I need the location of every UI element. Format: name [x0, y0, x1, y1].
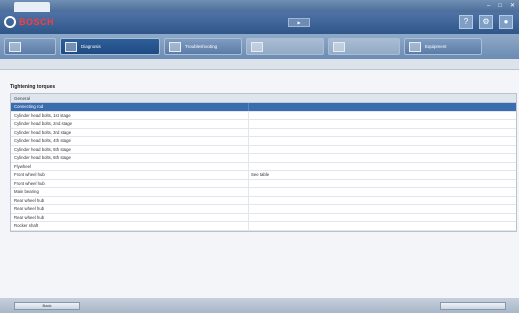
close-icon[interactable]: ✕: [510, 2, 515, 10]
tab-diagnosis[interactable]: Diagnosis: [60, 38, 160, 55]
table-row[interactable]: Main bearing: [11, 188, 516, 197]
equipment-icon: [409, 41, 421, 52]
column-divider: [248, 128, 249, 136]
maintenance-icon: [251, 41, 263, 52]
value-cell: See table: [251, 172, 270, 177]
component-cell: Connecting rod: [14, 104, 44, 109]
vehicle-select-button[interactable]: ▶: [288, 18, 310, 27]
window-tab[interactable]: [14, 2, 50, 12]
table-row[interactable]: Front wheel hub: [11, 179, 516, 188]
component-cell: Front wheel hub: [14, 172, 45, 177]
table-row[interactable]: Flywheel: [11, 162, 516, 171]
component-cell: Rocker shaft: [14, 223, 39, 228]
column-divider: [248, 162, 249, 170]
help-icon[interactable]: ?: [459, 15, 473, 29]
column-divider: [248, 154, 249, 162]
back-button[interactable]: Back: [14, 302, 80, 310]
settings-icon[interactable]: ⚙: [479, 15, 493, 29]
table-row[interactable]: Cylinder head bolts, 1st stage: [11, 111, 516, 120]
column-divider: [248, 188, 249, 196]
column-divider: [248, 171, 249, 179]
table-row[interactable]: Cylinder head bolts, 6th stage: [11, 154, 516, 163]
column-divider: [248, 137, 249, 145]
tab-service-diagnosis[interactable]: [328, 38, 400, 55]
component-cell: Flywheel: [14, 163, 31, 169]
tab-vehicle-info[interactable]: [4, 38, 56, 55]
minimize-icon[interactable]: –: [487, 2, 490, 10]
main-content: Tightening torques General Connecting ro…: [0, 70, 519, 298]
next-button[interactable]: [440, 302, 506, 310]
table-row[interactable]: Rocker shaft: [11, 222, 516, 231]
car-icon: [9, 41, 21, 52]
service-icon: [333, 41, 345, 52]
table-row[interactable]: Connecting rod: [11, 103, 516, 112]
column-divider: [248, 103, 249, 111]
group-label: General: [14, 96, 31, 101]
component-cell: Rear wheel hub: [14, 197, 45, 203]
column-divider: [248, 145, 249, 153]
column-divider: [248, 120, 249, 128]
column-divider: [248, 179, 249, 187]
component-cell: Cylinder head bolts, 4th stage: [14, 138, 71, 143]
column-divider: [248, 205, 249, 213]
wrench-icon: [65, 41, 77, 52]
table-row[interactable]: Cylinder head bolts, 3rd stage: [11, 128, 516, 137]
bosch-armature-icon: [4, 16, 16, 28]
component-cell: Cylinder head bolts, 6th stage: [14, 155, 71, 160]
bosch-logo: BOSCH: [4, 16, 54, 28]
title-bar: – □ ✕: [0, 0, 519, 12]
component-cell: Cylinder head bolts, 3rd stage: [14, 129, 72, 135]
tab-troubleshooting[interactable]: Troubleshooting: [164, 38, 242, 55]
main-navigation: Diagnosis Troubleshooting Equipment: [0, 34, 519, 59]
user-icon[interactable]: ●: [499, 15, 513, 29]
table-row[interactable]: Front wheel hub See table: [11, 171, 516, 180]
torque-table: General Connecting rod Cylinder head bolt…: [10, 93, 517, 232]
window-controls: – □ ✕: [487, 2, 515, 10]
column-divider: [248, 222, 249, 230]
brand-name: BOSCH: [19, 17, 55, 27]
section-title: Tightening torques: [10, 84, 56, 90]
header-tools: ? ⚙ ●: [453, 15, 513, 29]
component-cell: Rear wheel hub: [14, 214, 45, 220]
app-window: – □ ✕ BOSCH ▶ ? ⚙ ● Diagnosis Troublesho…: [0, 0, 519, 313]
table-row[interactable]: Cylinder head bolts, 2nd stage: [11, 120, 516, 129]
group-header[interactable]: General: [11, 94, 516, 103]
table-body: Connecting rod Cylinder head bolts, 1st s…: [11, 103, 516, 231]
column-divider: [248, 213, 249, 221]
table-row[interactable]: Cylinder head bolts, 5th stage: [11, 145, 516, 154]
table-row[interactable]: Rear wheel hub: [11, 213, 516, 222]
maximize-icon[interactable]: □: [498, 2, 502, 10]
column-divider: [248, 111, 249, 119]
tab-equipment[interactable]: Equipment: [404, 38, 482, 55]
component-cell: Front wheel hub: [14, 180, 45, 186]
component-cell: Cylinder head bolts, 1st stage: [14, 112, 71, 118]
breadcrumb: [0, 59, 519, 70]
table-row[interactable]: Rear wheel hub: [11, 196, 516, 205]
table-row[interactable]: Cylinder head bolts, 4th stage: [11, 137, 516, 146]
component-cell: Main bearing: [14, 189, 39, 194]
table-row[interactable]: Rear wheel hub: [11, 205, 516, 214]
tab-maintenance[interactable]: [246, 38, 324, 55]
app-header: BOSCH ▶ ? ⚙ ●: [0, 12, 519, 34]
component-cell: Cylinder head bolts, 2nd stage: [14, 121, 73, 126]
component-cell: Rear wheel hub: [14, 206, 45, 211]
column-divider: [248, 196, 249, 204]
component-cell: Cylinder head bolts, 5th stage: [14, 146, 71, 152]
footer-bar: Back: [0, 298, 519, 313]
car-diagnosis-icon: [169, 41, 181, 52]
